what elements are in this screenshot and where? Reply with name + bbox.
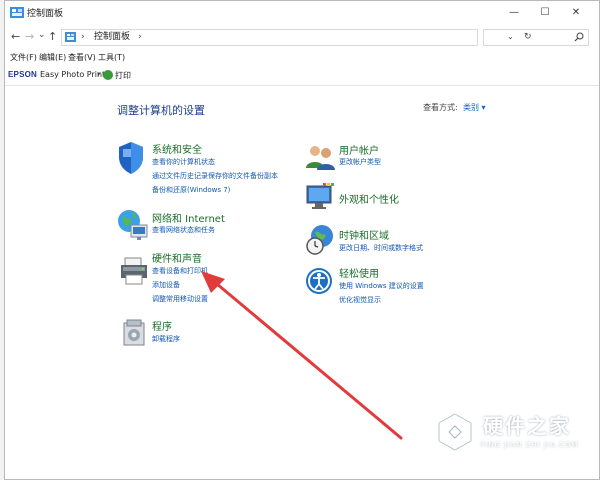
watermark: 硬件之家 YING JIAN ZHI JIA.COM bbox=[435, 408, 600, 458]
watermark-title: 硬件之家 bbox=[483, 414, 571, 438]
watermark-logo-icon bbox=[437, 412, 473, 452]
control-panel-window: 控制面板 — ☐ ✕ ← → ⌄ ↑ › 控制面板 › ⌄ ↻ 文件(F) 编辑… bbox=[4, 0, 600, 480]
watermark-subtitle: YING JIAN ZHI JIA.COM bbox=[480, 441, 579, 449]
